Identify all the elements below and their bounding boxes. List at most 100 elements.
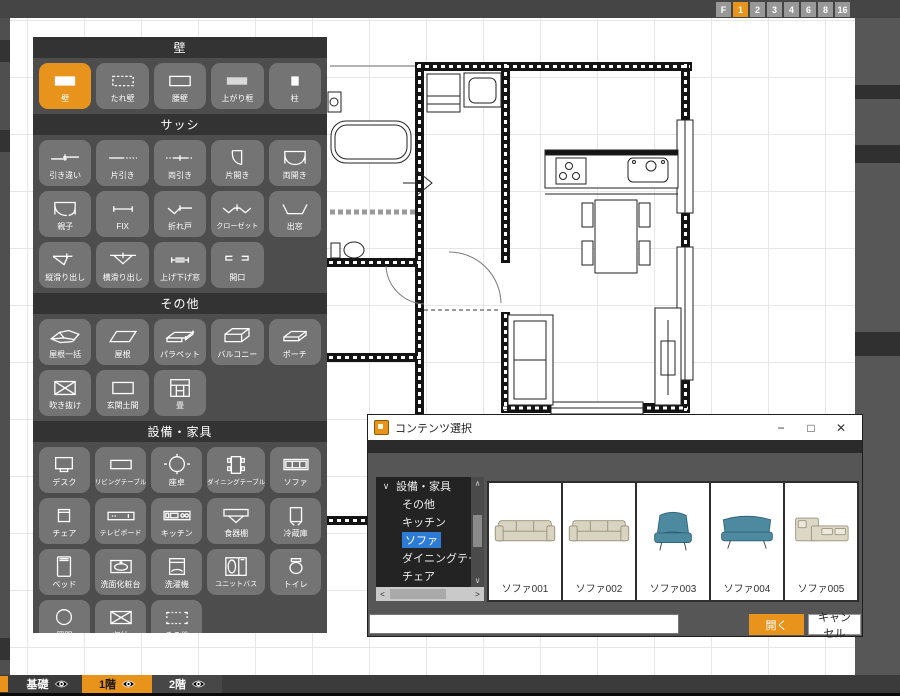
- palette-item-demado[interactable]: 出窓: [269, 191, 321, 237]
- palette-item-oredo[interactable]: 折れ戸: [154, 191, 206, 237]
- palette-item-agesage[interactable]: 上げ下げ窓: [154, 242, 206, 288]
- sofa-thumbnail: [637, 483, 709, 580]
- zoom-level-6[interactable]: 6: [801, 2, 816, 17]
- palette-item-tv_board[interactable]: テレビボード: [95, 498, 147, 544]
- palette-section-header: サッシ: [33, 114, 327, 135]
- palette-item-ryohiraki[interactable]: 両開き: [269, 140, 321, 186]
- dialog-title-bar[interactable]: コンテンツ選択 −□✕: [368, 415, 862, 440]
- catalog-item[interactable]: ソファ003: [637, 483, 711, 600]
- scroll-up-icon[interactable]: ∧: [471, 477, 484, 490]
- palette-item-agarikamachi[interactable]: 上がり框: [211, 63, 263, 109]
- tree-item-チェア[interactable]: チェア: [376, 567, 471, 585]
- palette-item-porch[interactable]: ポーチ: [269, 319, 321, 365]
- palette-item-chair[interactable]: チェア: [39, 498, 90, 544]
- palette-item-living_table[interactable]: リビングテーブル: [95, 447, 147, 493]
- tare_wall-icon: [106, 68, 140, 94]
- palette-item-genkan_doma[interactable]: 玄関土間: [96, 370, 148, 416]
- palette-item-fukinuke[interactable]: 吹き抜け: [39, 370, 91, 416]
- maximize-button[interactable]: □: [796, 416, 826, 440]
- left-scrollbar[interactable]: [0, 18, 10, 675]
- palette-item-fix[interactable]: FIX: [96, 191, 148, 237]
- tree-item-キッチン[interactable]: キッチン: [376, 513, 471, 531]
- palette-section-header: 壁: [33, 37, 327, 58]
- catalog-item[interactable]: ソファ001: [489, 483, 563, 600]
- floor-tab-2階[interactable]: 2階: [152, 675, 222, 693]
- palette-item-dining_table[interactable]: ダイニングテーブル: [207, 447, 265, 493]
- scroll-thumb[interactable]: [390, 589, 446, 599]
- palette-item-sentakuki[interactable]: 洗濯機: [151, 549, 202, 595]
- tree-vertical-scrollbar[interactable]: ∧ ∨: [471, 477, 484, 587]
- close-button[interactable]: ✕: [826, 416, 856, 440]
- palette-item-senmendai[interactable]: 洗面化粧台: [95, 549, 147, 595]
- wall-icon: [48, 68, 82, 94]
- content-name-input[interactable]: [369, 614, 679, 634]
- catalog-item[interactable]: ソファ004: [711, 483, 785, 600]
- tree-item-ソファ[interactable]: ソファ: [376, 531, 471, 549]
- palette-item-tatesuberi[interactable]: 縦滑り出し: [39, 242, 91, 288]
- scroll-down-icon[interactable]: ∨: [471, 574, 484, 587]
- palette-item-parapet[interactable]: パラペット: [154, 319, 206, 365]
- palette-item-shoumei[interactable]: 照明: [39, 600, 90, 633]
- floor-selector-bar: 基礎 1階 2階: [0, 675, 900, 696]
- content-select-dialog: コンテンツ選択 −□✕ ∨ 設備・家具 その他キッチンソファダイニングテーチェア…: [367, 414, 863, 637]
- palette-item-bed[interactable]: ベッド: [39, 549, 90, 595]
- zoom-level-8[interactable]: 8: [818, 2, 833, 17]
- palette-item-hikichigai[interactable]: 引き違い: [39, 140, 91, 186]
- palette-item-sonota[interactable]: その他: [151, 600, 202, 633]
- scroll-left-icon[interactable]: <: [376, 590, 389, 599]
- palette-item-closet[interactable]: クローゼット: [211, 191, 263, 237]
- palette-item-katahiraki[interactable]: 片開き: [211, 140, 263, 186]
- palette-item-yane_ikkatsu[interactable]: 屋根一括: [39, 319, 91, 365]
- palette-item-toilet[interactable]: トイレ: [270, 549, 321, 595]
- shokkidana-icon: [219, 503, 253, 529]
- scroll-right-icon[interactable]: >: [471, 590, 484, 599]
- palette-item-zataku[interactable]: 座卓: [151, 447, 202, 493]
- floor-tab-基礎[interactable]: 基礎: [12, 675, 82, 693]
- palette-item-sofa[interactable]: ソファ: [270, 447, 321, 493]
- shoumei-icon: [47, 605, 81, 631]
- palette-item-katabiki[interactable]: 片引き: [96, 140, 148, 186]
- palette-section-header: その他: [33, 293, 327, 314]
- cancel-button[interactable]: キャンセル: [808, 614, 861, 635]
- palette-item-tatami[interactable]: 畳: [154, 370, 206, 416]
- palette-item-desk[interactable]: デスク: [39, 447, 90, 493]
- open-button[interactable]: 開く: [749, 614, 804, 635]
- catalog-item[interactable]: ソファ005: [785, 483, 857, 600]
- palette-item-reizouko[interactable]: 冷蔵庫: [270, 498, 321, 544]
- palette-item-balcony[interactable]: バルコニー: [211, 319, 263, 365]
- minimize-button[interactable]: −: [766, 416, 796, 440]
- floor-tab-1階[interactable]: 1階: [82, 675, 152, 693]
- palette-item-ryobiki[interactable]: 両引き: [154, 140, 206, 186]
- floor-tabs: 基礎 1階 2階: [12, 675, 222, 693]
- palette-grid: 屋根一括 屋根 パラペット バルコニー ポーチ 吹き抜け 玄関土間 畳: [33, 314, 327, 421]
- living_table-icon: [104, 452, 138, 478]
- palette-item-shokkidana[interactable]: 食器棚: [207, 498, 265, 544]
- palette-item-shuunou[interactable]: 収納: [95, 600, 147, 633]
- palette-item-unit_bath[interactable]: ユニットバス: [207, 549, 265, 595]
- tree-item-ダイニングテー[interactable]: ダイニングテー: [376, 549, 471, 567]
- palette-item-koshi_wall[interactable]: 腰壁: [154, 63, 206, 109]
- visibility-eye-icon[interactable]: [122, 679, 135, 689]
- visibility-eye-icon[interactable]: [192, 679, 205, 689]
- zoom-level-2[interactable]: 2: [750, 2, 765, 17]
- palette-item-kaikou[interactable]: 開口: [211, 242, 263, 288]
- catalog-item[interactable]: ソファ002: [563, 483, 637, 600]
- zoom-level-16[interactable]: 16: [835, 2, 850, 17]
- palette-item-tare_wall[interactable]: たれ壁: [96, 63, 148, 109]
- zoom-level-1[interactable]: 1: [733, 2, 748, 17]
- tree-item-root[interactable]: ∨ 設備・家具: [376, 477, 471, 495]
- tree-horizontal-scrollbar[interactable]: < >: [376, 587, 484, 601]
- tree-item-その他[interactable]: その他: [376, 495, 471, 513]
- palette-item-wall[interactable]: 壁: [39, 63, 91, 109]
- zoom-level-4[interactable]: 4: [784, 2, 799, 17]
- zoom-level-F[interactable]: F: [716, 2, 731, 17]
- palette-item-kitchen[interactable]: キッチン: [151, 498, 202, 544]
- palette-item-yane[interactable]: 屋根: [96, 319, 148, 365]
- scroll-thumb[interactable]: [473, 515, 482, 547]
- palette-item-oyako[interactable]: 親子: [39, 191, 91, 237]
- visibility-eye-icon[interactable]: [55, 679, 68, 689]
- zoom-level-3[interactable]: 3: [767, 2, 782, 17]
- palette-item-yokosuberi[interactable]: 横滑り出し: [96, 242, 148, 288]
- palette-section-header: 設備・家具: [33, 421, 327, 442]
- palette-item-pillar[interactable]: 柱: [269, 63, 321, 109]
